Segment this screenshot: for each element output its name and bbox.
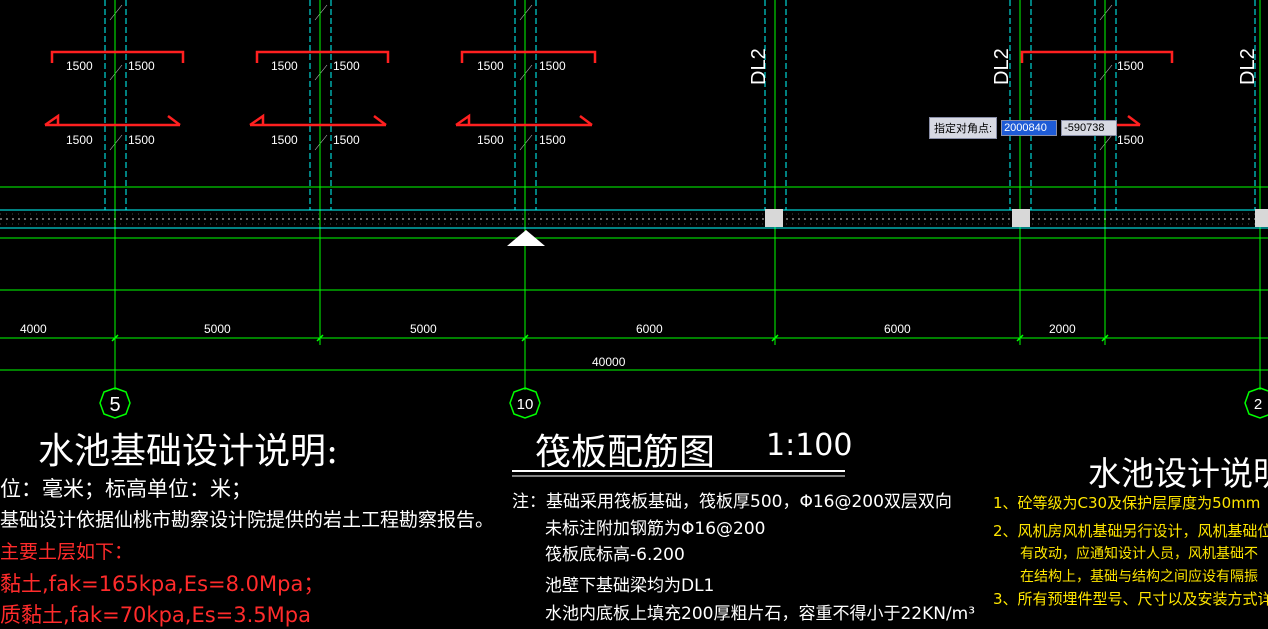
beam-tag: DL2 xyxy=(748,48,770,85)
right-notes-line: 1、砼等级为C30及保护层厚度为50mm xyxy=(993,494,1261,512)
axis-bubble-label: 2 xyxy=(1254,396,1262,413)
span-dim: 2000 xyxy=(1049,322,1076,336)
rebar-mark: 1500 xyxy=(1117,133,1144,147)
rebar-mark: 1500 xyxy=(271,59,298,73)
center-notes-line: 水池内底板上填充200厚粗片石，容重不得小于22KN/m³ xyxy=(545,604,976,624)
span-dim: 4000 xyxy=(20,322,47,336)
dynamic-input-prompt[interactable]: 指定对角点: xyxy=(929,116,1118,139)
drawing-scale: 1:100 xyxy=(766,428,853,463)
center-notes-title: 筏板配筋图 xyxy=(535,432,716,473)
center-notes-line: 注：基础采用筏板基础，筏板厚500，Φ16@200双层双向 xyxy=(512,492,952,512)
axis-bubble-label: 5 xyxy=(109,394,120,416)
rebar-mark: 1500 xyxy=(333,133,360,147)
y-coordinate-input[interactable] xyxy=(1061,119,1118,136)
left-notes-line: 主要土层如下： xyxy=(0,541,134,563)
right-notes-line: 2、风机房风机基础另行设计，风机基础位 xyxy=(993,522,1268,540)
left-notes-title: 水池基础设计说明: xyxy=(38,431,339,472)
beam-tags: DL2 DL2 DL2 xyxy=(748,48,1259,85)
wall-lines xyxy=(104,0,1256,210)
center-notes-line: 池壁下基础梁均为DL1 xyxy=(545,576,715,596)
rebar-mark: 1500 xyxy=(539,133,566,147)
raft-slab xyxy=(0,209,1268,229)
axis-bubble-label: 10 xyxy=(517,396,534,413)
span-dim: 5000 xyxy=(204,322,231,336)
axis-bubbles: 5 10 2 xyxy=(99,387,1268,419)
beam-tag: DL2 xyxy=(1237,48,1259,85)
x-coordinate-input[interactable] xyxy=(1001,119,1058,136)
span-dimensions: 4000 5000 5000 6000 6000 2000 40000 xyxy=(20,322,1076,369)
rebar-mark: 1500 xyxy=(539,59,566,73)
right-notes-line: 有改动，应通知设计人员，风机基础不 xyxy=(1020,546,1258,562)
rebar-mark: 1500 xyxy=(128,133,155,147)
rebar-mark: 1500 xyxy=(333,59,360,73)
right-notes-title: 水池设计说明 xyxy=(1088,454,1268,493)
total-dim: 40000 xyxy=(592,355,626,369)
rebar-mark: 1500 xyxy=(128,59,155,73)
center-notes-line: 未标注附加钢筋为Φ16@200 xyxy=(545,519,766,539)
span-dim: 6000 xyxy=(636,322,663,336)
span-dim: 5000 xyxy=(410,322,437,336)
rebar-mark: 1500 xyxy=(477,59,504,73)
rebar-mark: 1500 xyxy=(271,133,298,147)
grid-horizontals xyxy=(0,186,1268,371)
left-notes-line: 黏土,fak=165kpa,Es=8.0Mpa； xyxy=(0,572,325,596)
right-notes-line: 在结构上，基础与结构之间应设有隔振 xyxy=(1020,569,1258,585)
center-notes-line: 筏板底标高-6.200 xyxy=(545,545,685,565)
prompt-label: 指定对角点: xyxy=(929,116,998,139)
beam-tag: DL2 xyxy=(991,48,1013,85)
span-dim: 6000 xyxy=(884,322,911,336)
left-notes-line: 质黏土,fak=70kpa,Es=3.5Mpa xyxy=(0,603,311,627)
left-notes-line: 位：毫米；标高单位：米； xyxy=(0,477,252,501)
rebar-mark: 1500 xyxy=(477,133,504,147)
rebar-mark: 1500 xyxy=(66,133,93,147)
rebar-mark: 1500 xyxy=(66,59,93,73)
left-notes-line: 基础设计依据仙桃市勘察设计院提供的岩土工程勘察报告。 xyxy=(0,509,495,531)
right-notes-line: 3、所有预埋件型号、尺寸以及安装方式详 xyxy=(993,590,1268,608)
rebar-mark: 1500 xyxy=(1117,59,1144,73)
